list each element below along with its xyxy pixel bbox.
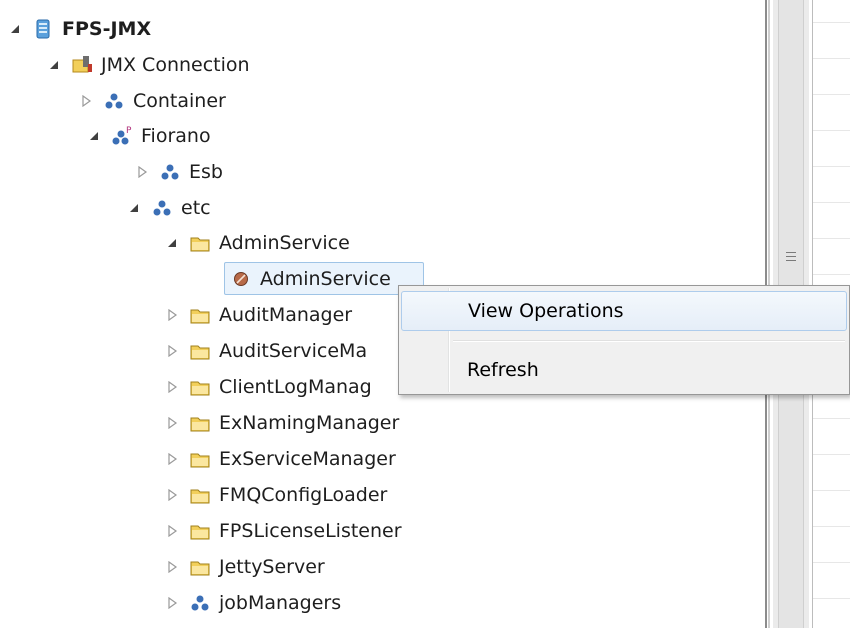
tree-node-label: JMX Connection [101, 54, 250, 76]
expanded-arrow-icon[interactable] [127, 201, 141, 215]
tree-node-exnamingmanager[interactable]: ExNamingManager [165, 405, 399, 441]
tree-node-label: Fiorano [141, 125, 211, 147]
tree-node-adminservice-folder[interactable]: AdminService [165, 225, 350, 261]
panel-row-line [813, 94, 850, 95]
tree-node-label: AuditServiceMa [219, 340, 368, 362]
tree-node-jobmanagers[interactable]: jobManagers [165, 585, 341, 621]
tree-node-jettyserver[interactable]: JettyServer [165, 549, 325, 585]
domain-icon [159, 161, 181, 183]
collapsed-arrow-icon[interactable] [79, 94, 93, 108]
tree-node-label: FPSLicenseListener [219, 520, 402, 542]
collapsed-arrow-icon[interactable] [165, 452, 179, 466]
tree-node-label: AdminService [260, 268, 391, 290]
panel-row-line [813, 490, 850, 491]
domain-icon [151, 197, 173, 219]
folder-icon [189, 232, 211, 254]
mbean-icon [230, 268, 252, 290]
panel-row-line [813, 238, 850, 239]
tree-node-auditservicema[interactable]: AuditServiceMa [165, 333, 367, 369]
tree-node-fiorano[interactable]: P Fiorano [87, 118, 211, 154]
svg-text:P: P [126, 126, 132, 136]
tree-node-label: ExNamingManager [219, 412, 400, 434]
tree-node-fmqconfigloader[interactable]: FMQConfigLoader [165, 477, 387, 513]
scrollbar-grip-icon [786, 252, 796, 253]
menu-item-label: Refresh [467, 359, 539, 381]
domain-icon [103, 90, 125, 112]
folder-icon [189, 556, 211, 578]
panel-row-line [813, 166, 850, 167]
tree-node-label: AdminService [219, 232, 350, 254]
tree-node-auditmanager[interactable]: AuditManager [165, 297, 352, 333]
panel-row-line [813, 598, 850, 599]
menu-item-label: View Operations [468, 300, 624, 322]
tree-node-fps-jmx[interactable]: FPS-JMX [8, 11, 151, 47]
panel-row-line [813, 22, 850, 23]
folder-icon [189, 412, 211, 434]
tree-node-label: ClientLogManag [219, 376, 372, 398]
tree-node-label: FMQConfigLoader [219, 484, 388, 506]
tree-node-label: Container [133, 90, 226, 112]
scrollbar-grip-icon [786, 260, 796, 261]
collapsed-arrow-icon[interactable] [165, 524, 179, 538]
connection-icon [71, 54, 93, 76]
tree-node-label: etc [181, 197, 211, 219]
domain-plugin-icon: P [111, 125, 133, 147]
scrollbar-grip-icon [786, 256, 796, 257]
panel-row-line [813, 454, 850, 455]
server-icon [32, 18, 54, 40]
panel-row-line [813, 202, 850, 203]
tree-node-clientlogmanag[interactable]: ClientLogManag [165, 369, 372, 405]
tree-node-fpslicenselistener[interactable]: FPSLicenseListener [165, 513, 402, 549]
menu-separator [453, 340, 845, 342]
menu-item-refresh[interactable]: Refresh [401, 350, 847, 390]
collapsed-arrow-icon[interactable] [165, 308, 179, 322]
panel-row-line [813, 418, 850, 419]
panel-row-line [813, 274, 850, 275]
tree-node-etc[interactable]: etc [127, 190, 211, 226]
expanded-arrow-icon[interactable] [165, 236, 179, 250]
collapsed-arrow-icon[interactable] [135, 165, 149, 179]
tree-node-label: jobManagers [219, 592, 342, 614]
tree-node-label: JettyServer [219, 556, 325, 578]
folder-icon [189, 376, 211, 398]
menu-item-view-operations[interactable]: View Operations [401, 291, 847, 331]
panel-row-line [813, 526, 850, 527]
expanded-arrow-icon[interactable] [47, 58, 61, 72]
folder-icon [189, 448, 211, 470]
expanded-arrow-icon[interactable] [8, 22, 22, 36]
folder-icon [189, 484, 211, 506]
panel-row-line [813, 58, 850, 59]
panel-row-line [813, 130, 850, 131]
collapsed-arrow-icon[interactable] [165, 380, 179, 394]
folder-icon [189, 304, 211, 326]
tree-node-exservicemanager[interactable]: ExServiceManager [165, 441, 396, 477]
tree-node-label: Esb [189, 161, 223, 183]
folder-icon [189, 520, 211, 542]
context-menu: View Operations Refresh [398, 285, 850, 395]
tree-node-container[interactable]: Container [79, 83, 226, 119]
folder-icon [189, 340, 211, 362]
collapsed-arrow-icon[interactable] [165, 560, 179, 574]
tree-node-esb[interactable]: Esb [135, 154, 223, 190]
tree-node-label: ExServiceManager [219, 448, 396, 470]
domain-icon [189, 592, 211, 614]
tree-node-label: AuditManager [219, 304, 353, 326]
collapsed-arrow-icon[interactable] [165, 344, 179, 358]
collapsed-arrow-icon[interactable] [165, 488, 179, 502]
panel-row-line [813, 562, 850, 563]
tree-node-label: FPS-JMX [62, 18, 152, 40]
tree-node-jmx-connection[interactable]: JMX Connection [47, 47, 250, 83]
tree-node-adminservice-mbean[interactable]: AdminService [230, 261, 391, 297]
collapsed-arrow-icon[interactable] [165, 416, 179, 430]
expanded-arrow-icon[interactable] [87, 129, 101, 143]
collapsed-arrow-icon[interactable] [165, 596, 179, 610]
